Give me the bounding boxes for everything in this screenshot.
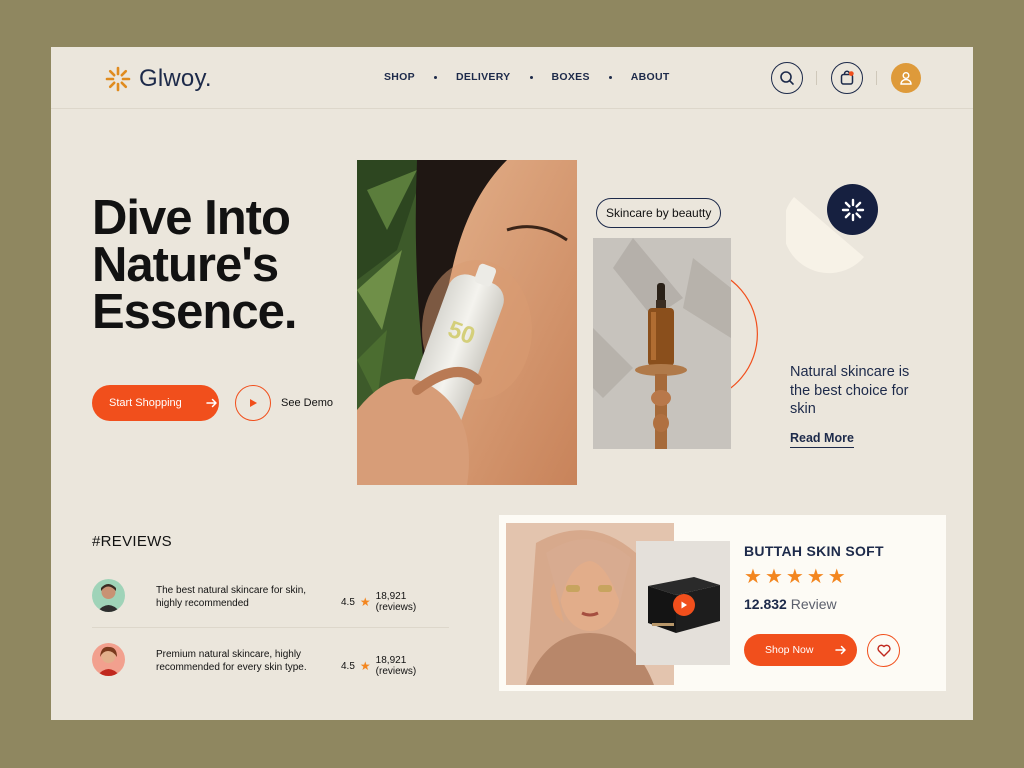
review-number: 12.832: [744, 596, 787, 612]
rating-value: 4.5: [341, 596, 355, 608]
search-button[interactable]: [771, 62, 803, 94]
reviewer-avatar: [92, 643, 125, 676]
shop-now-label: Shop Now: [765, 644, 814, 656]
shop-now-button[interactable]: Shop Now: [744, 634, 857, 666]
search-icon: [780, 71, 794, 85]
nav-separator-dot: [433, 75, 437, 79]
product-review-count: 12.832 Review: [744, 596, 837, 612]
nav-about[interactable]: ABOUT: [631, 71, 670, 83]
sun-logo-icon: [105, 66, 131, 92]
star-icon: ★: [744, 566, 762, 588]
wishlist-button[interactable]: [867, 634, 900, 667]
header: Glwoy. SHOP DELIVERY BOXES ABOUT: [51, 47, 973, 109]
profile-button[interactable]: [891, 63, 921, 93]
review-text: The best natural skincare for skin, high…: [156, 585, 307, 609]
review-count: 18,921 (reviews): [375, 591, 417, 613]
product-stars: ★ ★ ★ ★ ★: [744, 567, 846, 587]
shopping-bag-icon: [840, 70, 854, 85]
star-icon: ★: [806, 566, 825, 588]
nav-separator-dot: [608, 75, 612, 79]
review-item: Premium natural skincare, highly recomme…: [92, 629, 449, 691]
start-shopping-label: Start Shopping: [109, 397, 182, 409]
brand-name: Glwoy.: [139, 65, 212, 92]
review-item: The best natural skincare for skin, high…: [92, 565, 449, 627]
reviews-heading: #REVIEWS: [92, 533, 172, 550]
nav-delivery[interactable]: DELIVERY: [456, 71, 511, 83]
main-nav: SHOP DELIVERY BOXES ABOUT: [384, 71, 670, 83]
skincare-tag: Skincare by beautty: [596, 198, 722, 228]
arrow-right-icon: [206, 398, 217, 408]
page-frame: Glwoy. SHOP DELIVERY BOXES ABOUT Dive In…: [51, 47, 973, 720]
reviewer-avatar: [92, 579, 125, 612]
review-count: 18,921 (reviews): [375, 655, 417, 677]
review-rating: 4.5 ★ 18,921 (reviews): [341, 591, 449, 613]
hero-title: Dive Into Nature's Essence.: [92, 191, 297, 339]
logo[interactable]: Glwoy.: [105, 65, 212, 93]
review-text: Premium natural skincare, highly recomme…: [156, 649, 307, 673]
see-demo-link[interactable]: See Demo: [281, 397, 333, 409]
hero-title-line: Dive Into: [92, 191, 291, 245]
star-icon: ★: [359, 659, 371, 673]
sparkle-icon: [841, 198, 864, 221]
hero-title-line: Nature's: [92, 238, 279, 292]
star-icon: ★: [827, 566, 846, 588]
header-divider: [816, 71, 817, 85]
cart-button[interactable]: [831, 62, 863, 94]
user-icon: [900, 72, 912, 85]
product-name: BUTTAH SKIN SOFT: [744, 543, 884, 559]
brand-badge: [827, 184, 878, 235]
heart-icon: [876, 644, 891, 657]
arrow-right-icon: [835, 645, 847, 655]
star-icon: ★: [359, 595, 371, 609]
nav-shop[interactable]: SHOP: [384, 71, 415, 83]
nav-separator-dot: [529, 75, 533, 79]
product-video-button[interactable]: [673, 594, 695, 616]
review-rating: 4.5 ★ 18,921 (reviews): [341, 655, 449, 677]
review-divider: [92, 627, 449, 628]
rating-value: 4.5: [341, 660, 355, 672]
hero-title-line: Essence.: [92, 285, 297, 339]
hero-model-photo: 50: [357, 160, 577, 485]
review-label: Review: [790, 596, 837, 612]
start-shopping-button[interactable]: Start Shopping: [92, 385, 219, 421]
header-divider: [876, 71, 877, 85]
read-more-link[interactable]: Read More: [790, 431, 854, 448]
feature-description: Natural skincare is the best choice for …: [790, 364, 910, 417]
play-icon: [681, 601, 687, 609]
product-card: BUTTAH SKIN SOFT ★ ★ ★ ★ ★ 12.832 Review…: [499, 515, 946, 691]
nav-boxes[interactable]: BOXES: [552, 71, 590, 83]
play-icon: [250, 399, 257, 407]
serum-bottle-photo: [593, 238, 731, 449]
star-icon: ★: [785, 566, 804, 588]
star-icon: ★: [764, 566, 783, 588]
play-demo-button[interactable]: [235, 385, 271, 421]
